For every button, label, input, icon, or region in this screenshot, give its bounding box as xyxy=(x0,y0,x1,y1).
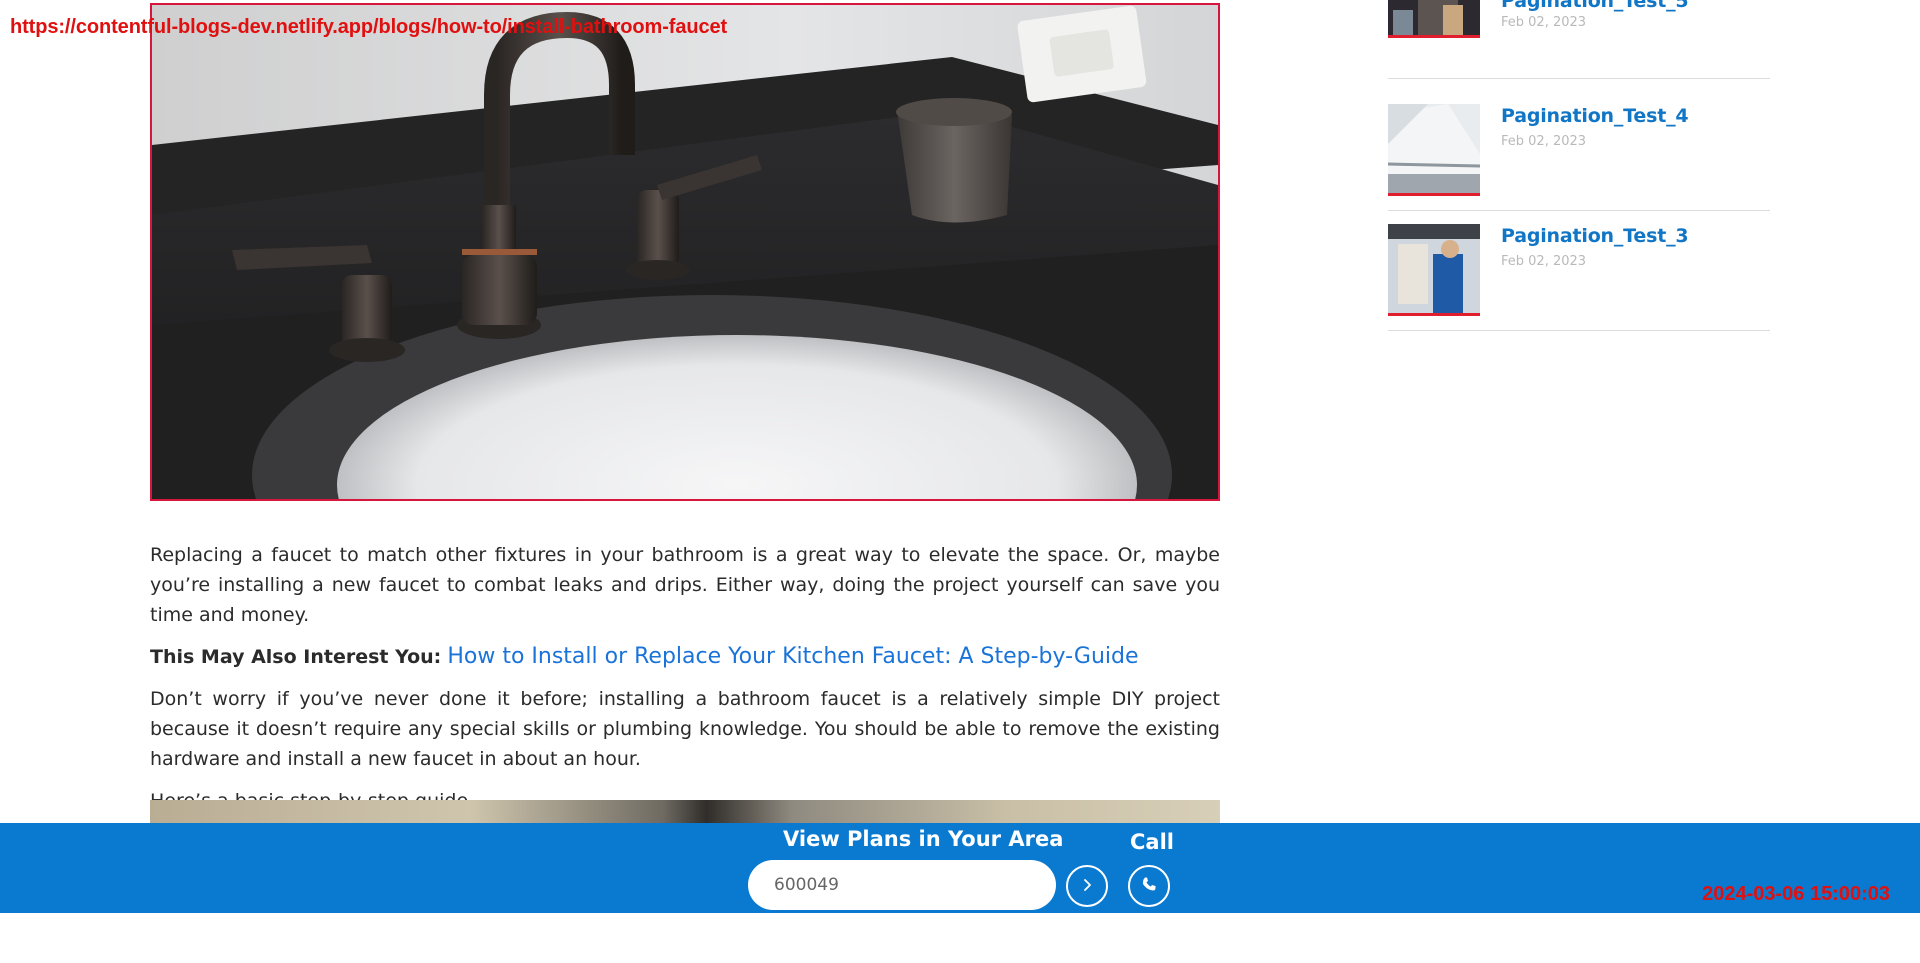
post-date: Feb 02, 2023 xyxy=(1501,134,1587,149)
post-date: Feb 02, 2023 xyxy=(1501,15,1587,30)
hero-image xyxy=(150,3,1220,501)
article-image xyxy=(150,800,1220,824)
timestamp-overlay: 2024-03-06 15:00:03 xyxy=(1702,883,1890,905)
post-thumbnail[interactable] xyxy=(1388,104,1480,196)
post-thumbnail[interactable] xyxy=(1388,224,1480,316)
sidebar-post[interactable]: Pagination_Test_5 Feb 02, 2023 xyxy=(1388,0,1770,79)
related-article-label: This May Also Interest You: xyxy=(150,646,442,668)
post-date: Feb 02, 2023 xyxy=(1501,254,1587,269)
phone-icon xyxy=(1141,876,1157,896)
chevron-right-icon xyxy=(1080,877,1094,896)
sidebar-post[interactable]: Pagination_Test_4 Feb 02, 2023 xyxy=(1388,91,1770,211)
related-article: This May Also Interest You: How to Insta… xyxy=(150,642,1220,672)
call-label: Call xyxy=(1130,830,1174,854)
post-title[interactable]: Pagination_Test_5 xyxy=(1501,0,1689,12)
zip-code-input[interactable] xyxy=(748,860,1056,910)
sidebar-post[interactable]: Pagination_Test_3 Feb 02, 2023 xyxy=(1388,211,1770,331)
post-title[interactable]: Pagination_Test_3 xyxy=(1501,225,1689,247)
submit-zip-button[interactable] xyxy=(1066,865,1108,907)
url-overlay: https://contentful-blogs-dev.netlify.app… xyxy=(10,16,728,38)
call-button[interactable] xyxy=(1128,865,1170,907)
related-article-link[interactable]: How to Install or Replace Your Kitchen F… xyxy=(447,644,1138,669)
post-title[interactable]: Pagination_Test_4 xyxy=(1501,105,1689,127)
plans-cta-bar: View Plans in Your Area Call xyxy=(0,823,1920,913)
cta-heading: View Plans in Your Area xyxy=(783,827,1064,851)
article-paragraph: Replacing a faucet to match other fixtur… xyxy=(150,544,1220,626)
article-body: Replacing a faucet to match other fixtur… xyxy=(150,540,1220,816)
article-paragraph: Don’t worry if you’ve never done it befo… xyxy=(150,688,1220,770)
post-thumbnail[interactable] xyxy=(1388,0,1480,38)
